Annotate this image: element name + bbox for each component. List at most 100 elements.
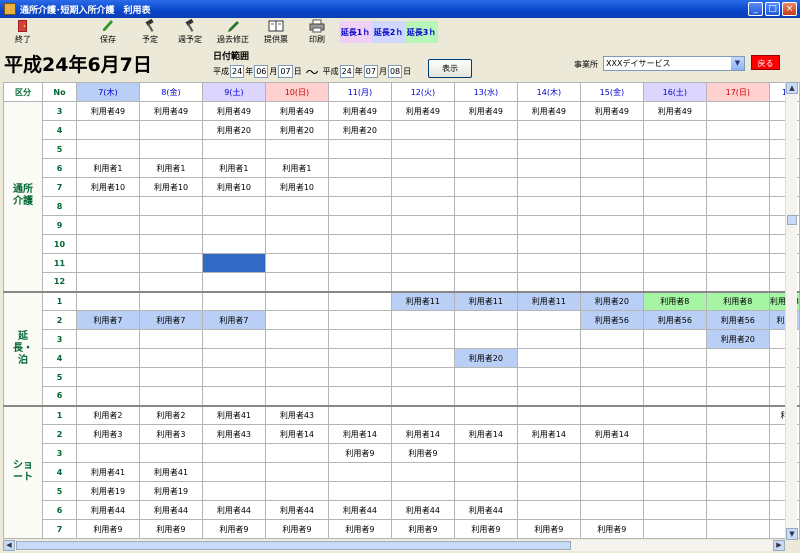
- horizontal-scrollbar[interactable]: ◀ ▶: [3, 540, 785, 551]
- schedule-cell[interactable]: [705, 367, 770, 387]
- scroll-left-icon[interactable]: ◀: [3, 540, 15, 551]
- schedule-cell[interactable]: 利用者44: [75, 500, 140, 520]
- schedule-cell[interactable]: 利用者1: [264, 158, 329, 178]
- schedule-cell[interactable]: 利用者44: [264, 500, 329, 520]
- schedule-cell[interactable]: [327, 177, 392, 197]
- schedule-cell[interactable]: 利用者49: [390, 101, 455, 121]
- schedule-cell[interactable]: 利用者9: [264, 519, 329, 539]
- schedule-cell[interactable]: [75, 386, 140, 406]
- schedule-cell[interactable]: 利用者44: [327, 500, 392, 520]
- schedule-cell[interactable]: 利用者49: [453, 101, 518, 121]
- schedule-cell[interactable]: [579, 253, 644, 273]
- schedule-cell[interactable]: [201, 348, 266, 368]
- schedule-cell[interactable]: [705, 481, 770, 501]
- schedule-cell[interactable]: 利用者14: [516, 424, 581, 444]
- schedule-cell[interactable]: [201, 253, 266, 273]
- schedule-cell[interactable]: [705, 519, 770, 539]
- schedule-cell[interactable]: [390, 310, 455, 330]
- schedule-cell[interactable]: 利用者9: [453, 519, 518, 539]
- schedule-cell[interactable]: [516, 481, 581, 501]
- schedule-cell[interactable]: [642, 424, 707, 444]
- schedule-cell[interactable]: [453, 386, 518, 406]
- print-button[interactable]: 印刷: [304, 18, 330, 46]
- schedule-cell[interactable]: [327, 481, 392, 501]
- to-month-input[interactable]: 07: [363, 65, 378, 78]
- schedule-cell[interactable]: 利用者9: [327, 443, 392, 463]
- schedule-cell[interactable]: [453, 443, 518, 463]
- schedule-cell[interactable]: [138, 329, 203, 349]
- schedule-cell[interactable]: [75, 253, 140, 273]
- schedule-cell[interactable]: [138, 253, 203, 273]
- schedule-cell[interactable]: [579, 404, 644, 425]
- schedule-cell[interactable]: [579, 500, 644, 520]
- schedule-cell[interactable]: [327, 272, 392, 292]
- schedule-cell[interactable]: [264, 196, 329, 216]
- schedule-cell[interactable]: [516, 386, 581, 406]
- schedule-cell[interactable]: 利用者8: [642, 290, 707, 311]
- schedule-cell[interactable]: [264, 481, 329, 501]
- schedule-cell[interactable]: 利用者14: [453, 424, 518, 444]
- schedule-cell[interactable]: [138, 367, 203, 387]
- schedule-cell[interactable]: [264, 290, 329, 311]
- schedule-cell[interactable]: 利用者2: [138, 404, 203, 425]
- schedule-cell[interactable]: [327, 215, 392, 235]
- schedule-cell[interactable]: [264, 139, 329, 159]
- schedule-cell[interactable]: [264, 253, 329, 273]
- schedule-cell[interactable]: [390, 386, 455, 406]
- schedule-cell[interactable]: [516, 158, 581, 178]
- schedule-cell[interactable]: 利用者49: [75, 101, 140, 121]
- schedule-cell[interactable]: [642, 481, 707, 501]
- schedule-cell[interactable]: [201, 139, 266, 159]
- schedule-cell[interactable]: [75, 120, 140, 140]
- vertical-scrollbar[interactable]: ▲ ▼: [785, 82, 798, 540]
- schedule-cell[interactable]: [642, 177, 707, 197]
- schedule-cell[interactable]: [138, 234, 203, 254]
- schedule-cell[interactable]: 利用者1: [138, 158, 203, 178]
- schedule-cell[interactable]: [75, 290, 140, 311]
- schedule-cell[interactable]: [705, 386, 770, 406]
- schedule-cell[interactable]: [390, 215, 455, 235]
- schedule-cell[interactable]: [390, 120, 455, 140]
- schedule-cell[interactable]: [390, 177, 455, 197]
- schedule-cell[interactable]: [705, 158, 770, 178]
- schedule-cell[interactable]: 利用者3: [75, 424, 140, 444]
- schedule-cell[interactable]: [327, 234, 392, 254]
- schedule-cell[interactable]: [453, 310, 518, 330]
- schedule-cell[interactable]: [327, 158, 392, 178]
- schedule-cell[interactable]: 利用者49: [327, 101, 392, 121]
- schedule-cell[interactable]: [390, 272, 455, 292]
- extend-2h-button[interactable]: 延長2ｈ: [372, 21, 405, 43]
- scroll-right-icon[interactable]: ▶: [773, 540, 785, 551]
- schedule-cell[interactable]: 利用者11: [390, 290, 455, 311]
- schedule-cell[interactable]: [75, 196, 140, 216]
- schedule-cell[interactable]: [390, 139, 455, 159]
- schedule-cell[interactable]: [642, 404, 707, 425]
- schedule-cell[interactable]: 利用者56: [705, 310, 770, 330]
- schedule-cell[interactable]: [642, 386, 707, 406]
- schedule-cell[interactable]: [138, 196, 203, 216]
- schedule-cell[interactable]: [705, 139, 770, 159]
- schedule-cell[interactable]: [264, 234, 329, 254]
- schedule-cell[interactable]: 利用者20: [327, 120, 392, 140]
- schedule-cell[interactable]: [453, 215, 518, 235]
- schedule-cell[interactable]: [453, 367, 518, 387]
- schedule-cell[interactable]: [516, 177, 581, 197]
- from-day-input[interactable]: 07: [278, 65, 293, 78]
- schedule-cell[interactable]: [264, 215, 329, 235]
- close-button[interactable]: ×: [782, 2, 797, 16]
- schedule-cell[interactable]: 利用者41: [201, 404, 266, 425]
- schedule-cell[interactable]: [642, 253, 707, 273]
- schedule-cell[interactable]: [579, 139, 644, 159]
- schedule-cell[interactable]: [327, 196, 392, 216]
- schedule-cell[interactable]: [453, 139, 518, 159]
- scroll-thumb[interactable]: [787, 215, 797, 225]
- schedule-cell[interactable]: [201, 196, 266, 216]
- schedule-cell[interactable]: [705, 424, 770, 444]
- schedule-cell[interactable]: [579, 462, 644, 482]
- schedule-cell[interactable]: [201, 481, 266, 501]
- schedule-cell[interactable]: 利用者9: [138, 519, 203, 539]
- schedule-cell[interactable]: [705, 404, 770, 425]
- schedule-cell[interactable]: 利用者19: [138, 481, 203, 501]
- schedule-cell[interactable]: [75, 329, 140, 349]
- schedule-cell[interactable]: [516, 234, 581, 254]
